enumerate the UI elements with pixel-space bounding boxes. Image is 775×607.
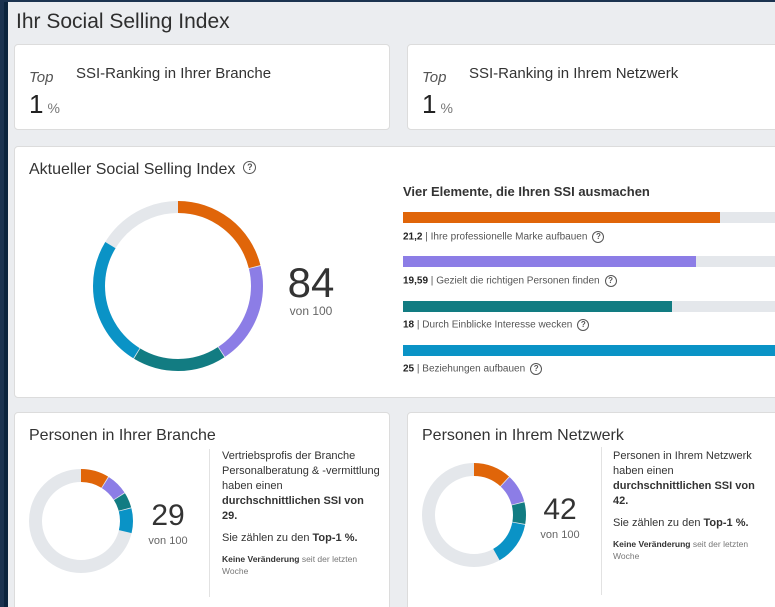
element-bar-fill [403,212,721,223]
branche-donut-chart [29,469,133,573]
ranking-unit: % [440,100,453,116]
element-bar [403,301,775,312]
branche-desc-bold: durchschnittlichen SSI von 29. [222,495,364,522]
netzwerk-note: Keine Veränderung seit der letzten Woche [613,538,773,562]
help-circle-icon[interactable]: ? [592,231,605,243]
branche-desc-text: Vertriebsprofis der Branche Personalbera… [222,450,380,492]
ranking-top-label: Top [29,69,54,86]
ranking-card-branche: Top SSI-Ranking in Ihrer Branche 1% [14,44,390,130]
ranking-value: 1% [422,89,453,120]
help-circle-icon[interactable]: ? [604,275,617,287]
ranking-title: SSI-Ranking in Ihrem Netzwerk [469,65,679,82]
ranking-card-netzwerk: Top SSI-Ranking in Ihrem Netzwerk 1% [407,44,775,130]
divider [209,449,210,597]
ranking-value-number: 1 [29,89,44,119]
netzwerk-desc-main: Personen in Ihrem Netzwerk haben einen d… [613,449,773,509]
element-label: 19,59 | Gezielt die richtigen Personen f… [403,275,617,287]
help-circle-icon[interactable]: ? [530,363,543,375]
help-circle-icon[interactable]: ? [577,319,590,331]
element-label-text: Beziehungen aufbauen [422,363,526,375]
netzwerk-desc-top-text: Sie zählen zu den [613,517,704,529]
branche-card: Personen in Ihrer Branche 29 von 100 Ver… [14,412,390,607]
element-bar [403,212,775,223]
ssi-card: Aktueller Social Selling Index? 84 von 1… [14,146,775,398]
netzwerk-description: Personen in Ihrem Netzwerk haben einen d… [613,449,773,562]
netzwerk-desc-bold: durchschnittlichen SSI von 42. [613,480,755,507]
ranking-title: SSI-Ranking in Ihrer Branche [76,65,272,82]
ssi-score-sub: von 100 [289,304,333,318]
branche-score-sub: von 100 [148,535,188,547]
ranking-unit: % [47,100,60,116]
element-bar-fill [403,345,775,356]
branche-score: 29 [151,499,185,532]
ranking-top-label: Top [422,69,447,86]
element-value: 19,59 [403,275,429,287]
ssi-donut-chart [93,201,263,371]
netzwerk-score-sub: von 100 [540,529,580,541]
element-bar [403,345,775,356]
element-label: 18 | Durch Einblicke Interesse wecken? [403,319,590,331]
element-value: 21,2 [403,231,423,243]
ssi-title-text: Aktueller Social Selling Index [29,161,236,178]
ssi-score: 84 [287,259,335,306]
help-circle-icon[interactable]: ? [243,161,257,175]
ssi-dashboard: Ihr Social Selling Index Top SSI-Ranking… [4,2,775,607]
branche-desc-top-text: Sie zählen zu den [222,532,313,544]
ranking-value: 1% [29,89,60,120]
element-label: 21,2 | Ihre professionelle Marke aufbaue… [403,231,605,243]
element-bar-fill [403,301,673,312]
branche-note-bold: Keine Veränderung [222,554,300,564]
elements-title: Vier Elemente, die Ihren SSI ausmachen [403,184,650,199]
element-value: 18 [403,319,415,331]
branche-note: Keine Veränderung seit der letzten Woche [222,553,380,577]
netzwerk-donut-chart [422,463,526,567]
divider [601,447,602,595]
element-label: 25 | Beziehungen aufbauen? [403,363,543,375]
netzwerk-title: Personen in Ihrem Netzwerk [422,427,624,444]
element-value: 25 [403,363,415,375]
netzwerk-desc-top: Sie zählen zu den Top-1 %. [613,516,773,531]
netzwerk-score: 42 [543,493,577,526]
ssi-title: Aktueller Social Selling Index? [29,161,257,179]
branche-title: Personen in Ihrer Branche [29,427,216,444]
branche-desc-main: Vertriebsprofis der Branche Personalbera… [222,449,380,524]
element-label-text: Durch Einblicke Interesse wecken [422,319,573,331]
element-label-text: Gezielt die richtigen Personen finden [436,275,600,287]
ranking-value-number: 1 [422,89,437,119]
netzwerk-card: Personen in Ihrem Netzwerk 42 von 100 Pe… [407,412,775,607]
element-bar-fill [403,256,697,267]
element-bar [403,256,775,267]
netzwerk-desc-top-bold: Top-1 %. [703,517,749,529]
netzwerk-note-bold: Keine Veränderung [613,539,691,549]
branche-desc-top: Sie zählen zu den Top-1 %. [222,531,380,546]
page-title: Ihr Social Selling Index [16,10,230,33]
branche-desc-top-bold: Top-1 %. [312,532,358,544]
netzwerk-desc-text: Personen in Ihrem Netzwerk haben einen [613,450,752,477]
element-label-text: Ihre professionelle Marke aufbauen [430,231,588,243]
branche-description: Vertriebsprofis der Branche Personalbera… [222,449,380,577]
